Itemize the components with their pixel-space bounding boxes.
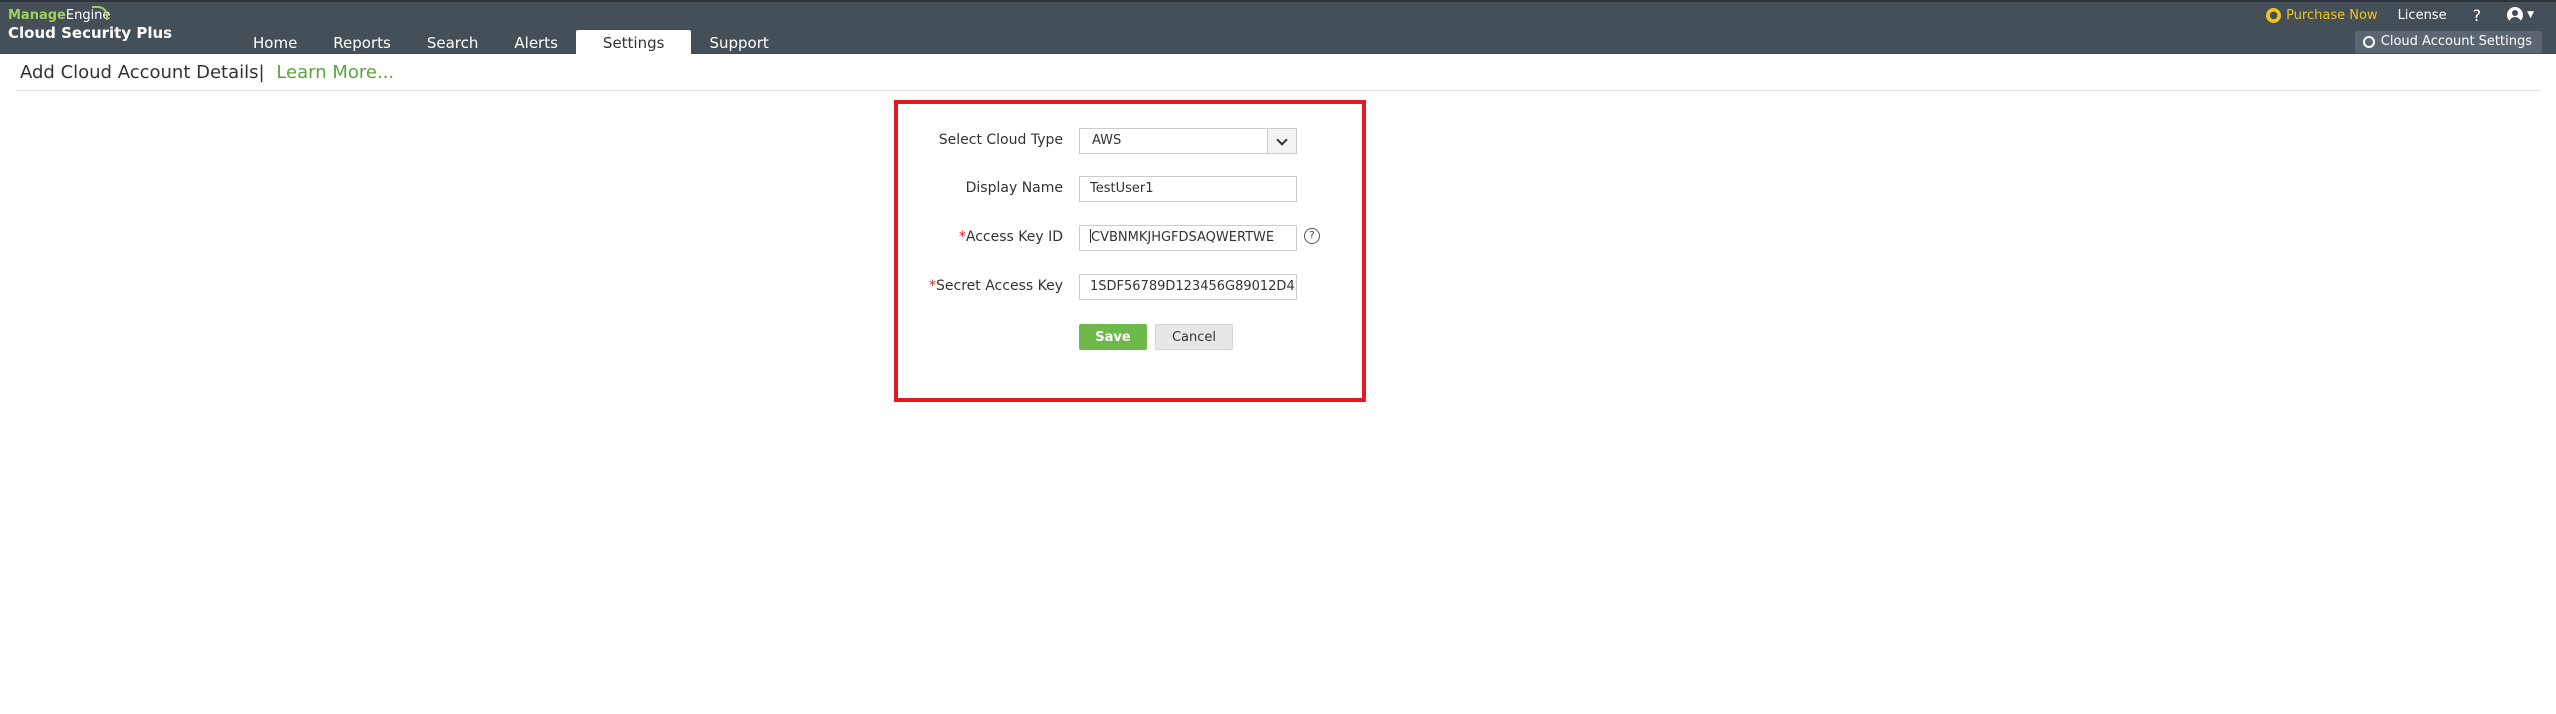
main-nav: Home Reports Search Alerts Settings Supp… [227,30,787,56]
access-key-input[interactable]: CVBNMKJHGFDSAQWERTWE [1079,225,1297,251]
logo-brand: ManageEngine [8,8,111,23]
tab-search[interactable]: Search [409,30,497,56]
tab-alerts[interactable]: Alerts [496,30,576,56]
save-button[interactable]: Save [1079,324,1147,350]
display-name-label: Display Name [965,180,1063,196]
logo-product-name: Cloud Security Plus [8,24,173,42]
page-title: Add Cloud Account Details [20,62,259,83]
title-separator: | [258,62,265,83]
help-circle-icon[interactable]: ? [1304,228,1320,244]
access-key-label: *Access Key ID [958,229,1063,245]
caret-down-icon[interactable]: ▼ [2527,10,2534,20]
secret-key-label: *Secret Access Key [929,278,1063,294]
chevron-down-icon[interactable] [1267,129,1296,153]
cloud-account-settings-label: Cloud Account Settings [2380,34,2532,49]
learn-more-link[interactable]: Learn More... [276,62,394,83]
tab-support[interactable]: Support [691,30,786,56]
top-right-links: ● Purchase Now License ? ▼ [2266,4,2556,26]
license-link[interactable]: License [2398,8,2447,23]
secret-key-input[interactable]: 1SDF56789D123456G89012D4567 [1079,274,1297,300]
cloud-type-value: AWS [1092,133,1122,148]
header-divider [16,90,2540,91]
app-logo[interactable]: ManageEngine Cloud Security Plus [8,6,173,42]
purchase-now-label: Purchase Now [2286,7,2378,23]
top-bar: ManageEngine Cloud Security Plus Home Re… [0,0,2556,56]
cancel-button[interactable]: Cancel [1155,324,1233,350]
purchase-now-link[interactable]: ● Purchase Now [2266,7,2378,23]
cloud-type-select[interactable]: AWS [1079,128,1297,154]
display-name-input[interactable]: TestUser1 [1079,176,1297,202]
cloud-account-settings-button[interactable]: Cloud Account Settings [2354,31,2542,53]
user-avatar-icon[interactable] [2507,7,2524,23]
cart-icon: ● [2266,7,2282,23]
tab-reports[interactable]: Reports [315,30,409,56]
cloud-type-label: Select Cloud Type [938,132,1063,148]
page-header: Add Cloud Account Details| Learn More... [20,62,394,83]
access-key-value: CVBNMKJHGFDSAQWERTWE [1091,230,1275,245]
tab-settings[interactable]: Settings [575,30,692,56]
settings-ring-icon [2362,36,2375,48]
help-icon[interactable]: ? [2473,6,2482,25]
cloud-account-form: Select Cloud Type AWS Display Name TestU… [894,100,1366,402]
tab-home[interactable]: Home [235,30,315,56]
